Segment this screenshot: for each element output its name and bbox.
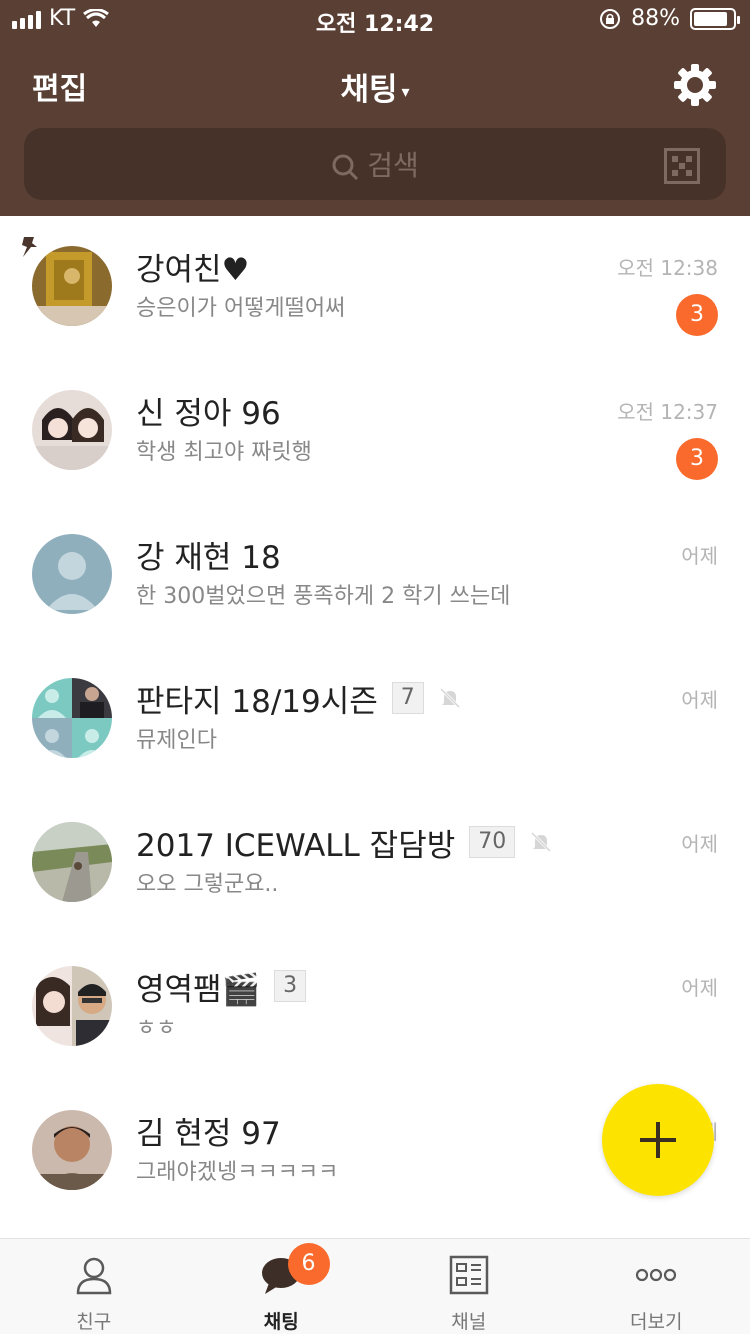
unread-badge: 3 — [676, 438, 718, 480]
member-count: 7 — [391, 682, 424, 714]
chat-name: 신 정아 96 — [136, 395, 281, 432]
tab-badge: 6 — [287, 1243, 330, 1285]
new-chat-button[interactable] — [602, 1084, 714, 1196]
mute-bell-icon — [439, 687, 460, 709]
channel-icon — [449, 1255, 488, 1295]
search-placeholder: 검색 — [367, 149, 419, 182]
tab-label: 채팅 — [263, 1311, 299, 1333]
chat-preview: 오오 그렇군요.. — [136, 872, 279, 897]
chat-time: 오전 12:38 — [617, 256, 718, 280]
chat-name: 김 현정 97 — [136, 1115, 281, 1152]
person-icon — [76, 1257, 112, 1295]
chevron-down-icon: ▾ — [401, 82, 410, 101]
chat-preview: 뮤제인다 — [136, 728, 217, 753]
chat-preview: 한 300벌었으면 풍족하게 2 학기 쓰는데 — [136, 584, 511, 609]
search-input[interactable]: 검색 — [24, 144, 726, 184]
chat-name-line: 2017 ICEWALL 잡담방 70 — [136, 822, 553, 864]
chat-row[interactable]: 신 정아 96 학생 최고야 짜릿행 오전 12:37 3 — [0, 360, 750, 504]
tab-label: 채널 — [451, 1311, 487, 1333]
chat-name-line: 신 정아 96 — [136, 390, 281, 432]
chat-time: 오전 12:37 — [617, 400, 718, 424]
avatar[interactable] — [32, 246, 112, 326]
chat-time: 어제 — [681, 544, 718, 568]
chat-time: 어제 — [681, 688, 718, 712]
chat-name: 영역팸🎬 — [136, 971, 261, 1008]
group-avatar[interactable] — [32, 678, 112, 758]
battery-icon — [690, 7, 740, 30]
mute-bell-icon — [531, 831, 552, 853]
chat-name-line: 강여친♥ — [136, 246, 250, 288]
chat-name-line: 김 현정 97 — [136, 1110, 281, 1152]
chat-row[interactable]: 강 재현 18 한 300벌었으면 풍족하게 2 학기 쓰는데 어제 — [0, 504, 750, 648]
chat-row[interactable]: 영역팸🎬 3 ㅎㅎ 어제 — [0, 936, 750, 1080]
chat-time: 어제 — [681, 976, 718, 1000]
chat-time: 어제 — [681, 832, 718, 856]
tab-label: 더보기 — [630, 1311, 683, 1333]
chat-name: 판타지 18/19시즌 — [136, 683, 378, 720]
chat-row[interactable]: 판타지 18/19시즌 7 뮤제인다 어제 — [0, 648, 750, 792]
chat-header: 편집 채팅 ▾ 검색 — [0, 40, 750, 216]
tab-label: 친구 — [76, 1311, 112, 1333]
avatar[interactable] — [32, 822, 112, 902]
tab-channel[interactable]: 채널 — [375, 1239, 563, 1334]
tab-bar: 친구 6 채팅 채널 더보기 — [0, 1238, 750, 1334]
page-title[interactable]: 채팅 ▾ — [0, 64, 750, 109]
chat-list: 강여친♥ 승은이가 어떻게떨어써 오전 12:38 3 신 정아 96 학생 최… — [0, 216, 750, 1224]
chat-name: 2017 ICEWALL 잡담방 — [136, 827, 456, 864]
chat-preview: 학생 최고야 짜릿행 — [136, 440, 312, 465]
member-count: 70 — [469, 826, 516, 858]
gear-icon[interactable] — [672, 62, 718, 108]
status-right: 88% — [599, 6, 740, 31]
group-avatar[interactable] — [32, 966, 112, 1046]
tab-chats[interactable]: 6 채팅 — [188, 1239, 376, 1334]
tab-more[interactable]: 더보기 — [563, 1239, 750, 1334]
avatar[interactable] — [32, 390, 112, 470]
avatar[interactable] — [32, 534, 112, 614]
rotation-lock-icon — [600, 8, 621, 29]
chat-name-line: 강 재현 18 — [136, 534, 281, 576]
member-count: 3 — [274, 970, 307, 1002]
chat-preview: 그래야겠넹ㅋㅋㅋㅋㅋ — [136, 1160, 339, 1185]
plus-icon — [640, 1122, 676, 1158]
pin-icon — [22, 237, 37, 257]
page-title-label: 채팅 — [340, 72, 398, 108]
chat-name: 강여친♥ — [136, 251, 250, 288]
unread-badge: 3 — [676, 294, 718, 336]
search-icon — [332, 154, 359, 181]
chat-preview: 승은이가 어떻게떨어써 — [136, 296, 346, 321]
qr-scan-icon[interactable] — [664, 148, 700, 184]
chat-name-line: 판타지 18/19시즌 7 — [136, 678, 462, 720]
battery-percent: 88% — [631, 6, 680, 31]
status-bar: KT 오전 12:42 88% — [0, 0, 750, 40]
chat-row[interactable]: 2017 ICEWALL 잡담방 70 오오 그렇군요.. 어제 — [0, 792, 750, 936]
chat-name: 강 재현 18 — [136, 539, 281, 576]
search-bar[interactable]: 검색 — [24, 128, 726, 200]
tab-friends[interactable]: 친구 — [0, 1239, 188, 1334]
avatar[interactable] — [32, 1110, 112, 1190]
chat-preview: ㅎㅎ — [136, 1016, 177, 1041]
chat-row[interactable]: 강여친♥ 승은이가 어떻게떨어써 오전 12:38 3 — [0, 216, 750, 360]
chat-name-line: 영역팸🎬 3 — [136, 966, 307, 1008]
more-icon — [636, 1268, 677, 1282]
